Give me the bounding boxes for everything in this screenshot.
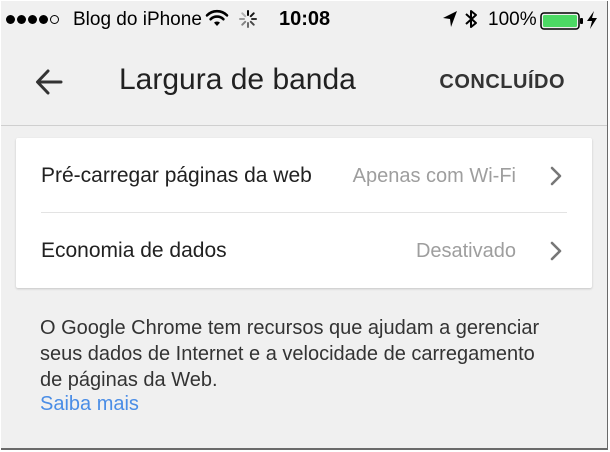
status-bar: Blog do iPhone 10:08 100%: [1, 1, 607, 39]
setting-value: Apenas com Wi-Fi: [352, 165, 516, 187]
carrier-name: Blog do iPhone: [73, 9, 202, 30]
bluetooth-icon: [464, 9, 478, 35]
done-button[interactable]: CONCLUÍDO: [439, 71, 565, 94]
setting-row-preload[interactable]: Pré-carregar páginas da web Apenas com W…: [16, 138, 592, 213]
clock: 10:08: [279, 8, 331, 30]
activity-spinner-icon: [239, 10, 257, 34]
battery-percent: 100%: [488, 9, 537, 30]
charging-bolt-icon: [586, 10, 598, 36]
signal-dots-icon: [6, 15, 59, 24]
settings-card: Pré-carregar páginas da web Apenas com W…: [16, 138, 592, 288]
chevron-right-icon: [550, 166, 562, 191]
location-arrow-icon: [442, 10, 458, 34]
setting-label: Pré-carregar páginas da web: [41, 164, 312, 187]
wifi-icon: [205, 9, 229, 33]
setting-row-data-saver[interactable]: Economia de dados Desativado: [16, 213, 592, 288]
app-bar: Largura de banda CONCLUÍDO: [1, 39, 607, 126]
screen: Blog do iPhone 10:08 100% Largura de ban…: [1, 1, 608, 450]
page-title: Largura de banda: [119, 63, 356, 96]
battery-icon: [540, 12, 584, 36]
arrow-left-icon[interactable]: [35, 69, 63, 100]
chevron-right-icon: [550, 241, 562, 266]
description-text: O Google Chrome tem recursos que ajudam …: [40, 317, 540, 391]
setting-label: Economia de dados: [41, 239, 227, 262]
setting-value: Desativado: [415, 240, 516, 262]
learn-more-link[interactable]: Saiba mais: [40, 393, 139, 416]
